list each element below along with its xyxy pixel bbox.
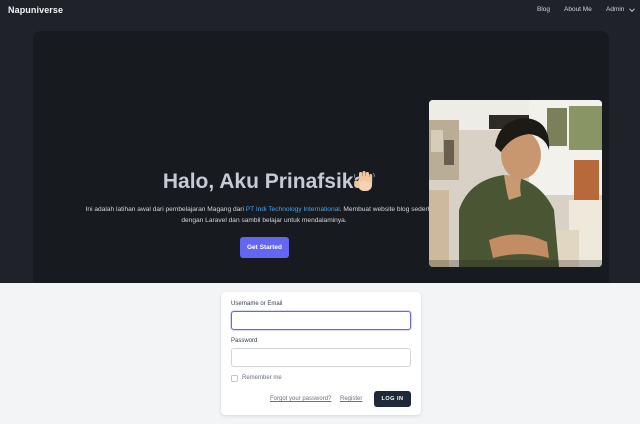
password-label: Password <box>231 338 258 344</box>
register-link[interactable]: Register <box>340 396 362 402</box>
forgot-password-link[interactable]: Forgot your password? <box>270 396 331 402</box>
username-input[interactable] <box>231 311 411 330</box>
password-input[interactable] <box>231 348 411 367</box>
chevron-down-icon[interactable] <box>628 6 636 14</box>
waving-hand-icon <box>354 171 375 191</box>
profile-photo <box>429 100 602 267</box>
hero-title: Halo, Aku Prinafsika <box>162 170 366 193</box>
login-button[interactable]: LOG IN <box>374 391 411 407</box>
navbar: Napuniverse Blog About Me Admin <box>0 0 640 22</box>
hero-desc-text-1: Ini adalah latihan awal dari pembelajara… <box>85 206 246 213</box>
username-label: Username or Email <box>231 301 283 307</box>
brand-logo[interactable]: Napuniverse <box>8 5 63 15</box>
hero-description: Ini adalah latihan awal dari pembelajara… <box>83 205 445 226</box>
get-started-button[interactable]: Get Started <box>240 237 289 258</box>
nav-link-about-me[interactable]: About Me <box>564 6 592 13</box>
login-card: Username or Email Password Remember me F… <box>221 292 421 415</box>
nav-dropdown-admin[interactable]: Admin <box>606 6 624 13</box>
remember-me-checkbox[interactable] <box>231 375 238 382</box>
nav-link-blog[interactable]: Blog <box>537 6 550 13</box>
remember-me-label[interactable]: Remember me <box>242 375 282 381</box>
company-link[interactable]: PT Indi Technology International <box>246 206 340 213</box>
